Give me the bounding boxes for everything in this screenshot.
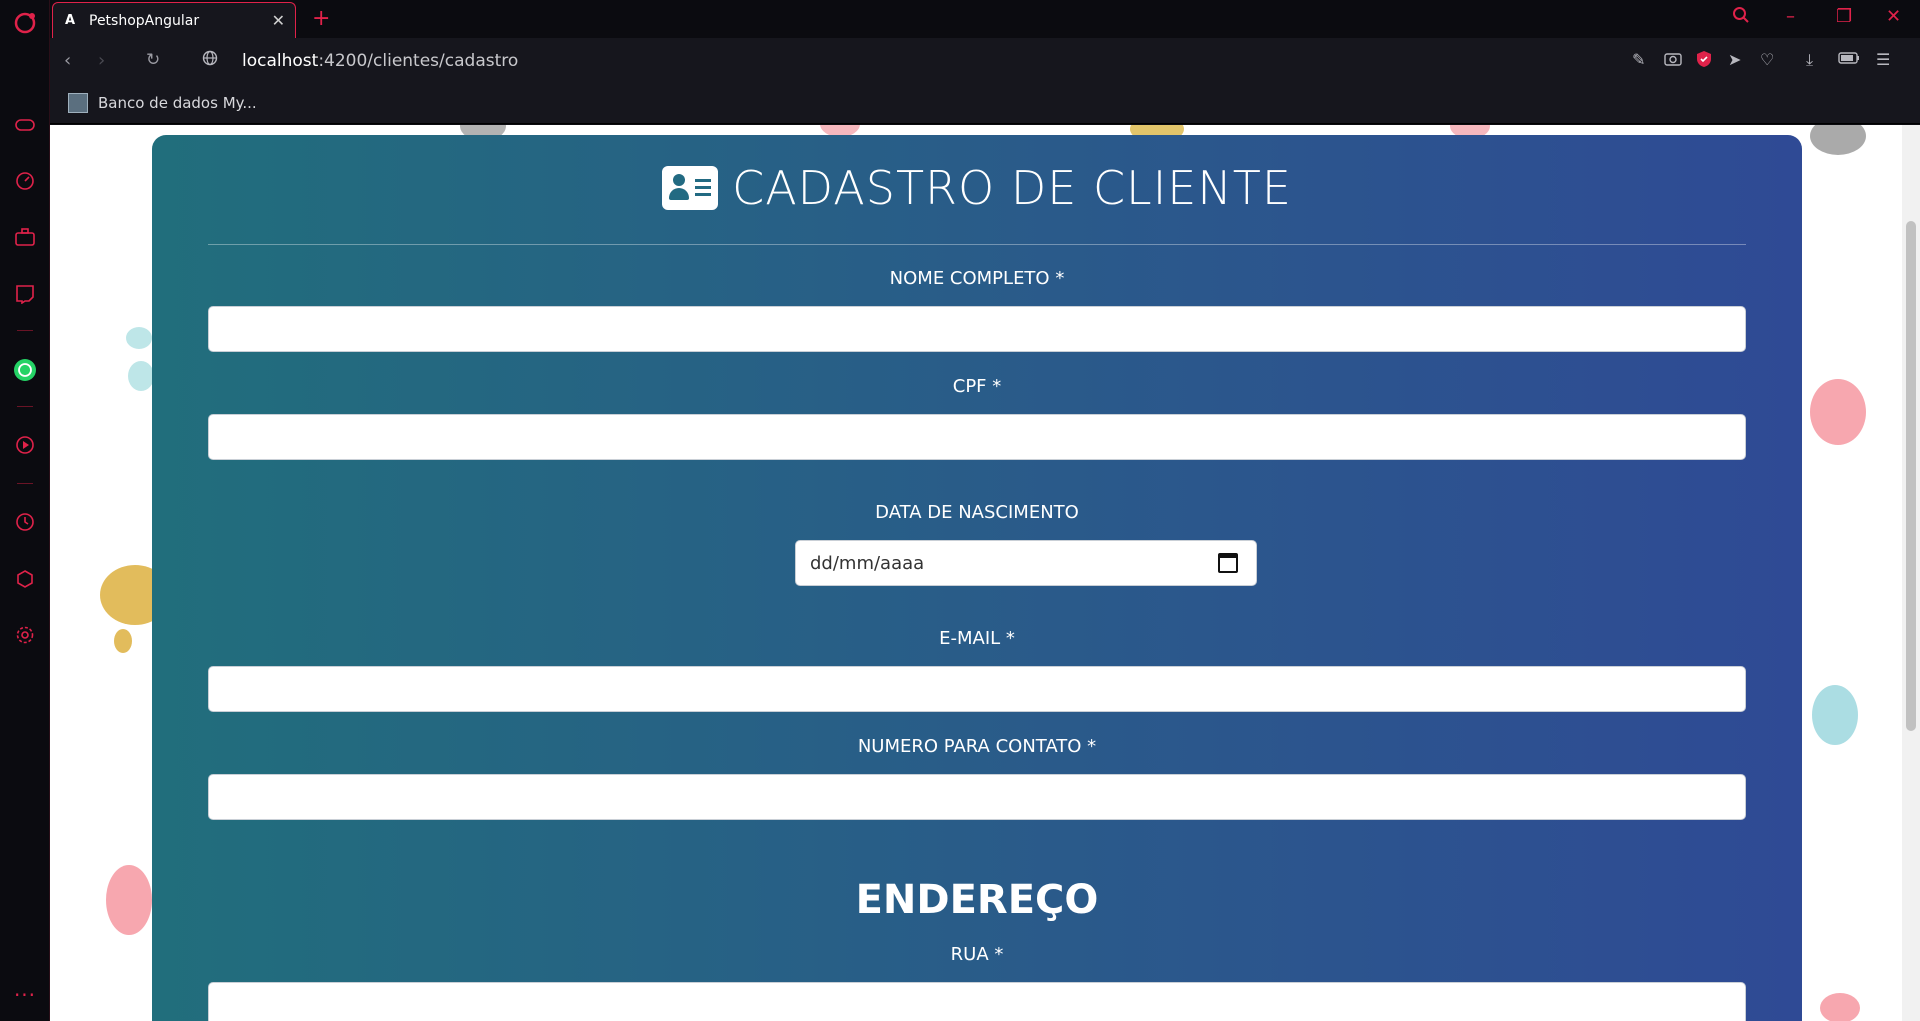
paw-print-decoration bbox=[1820, 993, 1860, 1021]
endereco-heading: ENDEREÇO bbox=[855, 877, 1099, 923]
opera-logo-icon[interactable] bbox=[12, 10, 38, 36]
url-path: :4200/clientes/cadastro bbox=[318, 51, 519, 71]
angular-icon: A bbox=[65, 12, 76, 28]
new-tab-icon[interactable]: + bbox=[312, 6, 330, 31]
rua-label: RUA * bbox=[950, 944, 1004, 965]
paw-print-decoration bbox=[114, 629, 132, 653]
calendar-icon[interactable] bbox=[1218, 553, 1238, 573]
battery-icon[interactable] bbox=[1838, 50, 1860, 69]
page-title-text: CADASTRO DE CLIENTE bbox=[732, 161, 1292, 215]
cube-icon[interactable] bbox=[12, 566, 38, 592]
nascimento-date-input[interactable]: dd/mm/aaaa bbox=[795, 540, 1257, 586]
settings-icon[interactable] bbox=[12, 622, 38, 648]
download-icon[interactable]: ⤓ bbox=[1806, 50, 1813, 70]
sidebar-separator bbox=[17, 483, 33, 484]
close-icon[interactable]: ✕ bbox=[272, 11, 285, 30]
tab-bar: A PetshopAngular ✕ + – ❐ ✕ bbox=[50, 0, 1920, 38]
cpf-input[interactable] bbox=[208, 414, 1746, 460]
heart-icon[interactable]: ♡ bbox=[1760, 50, 1774, 69]
contato-input[interactable] bbox=[208, 774, 1746, 820]
bookmark-favicon-icon bbox=[68, 93, 88, 113]
title-divider bbox=[208, 244, 1746, 245]
more-icon[interactable]: ··· bbox=[12, 982, 38, 1008]
camera-icon[interactable] bbox=[1664, 50, 1682, 70]
rua-input[interactable] bbox=[208, 982, 1746, 1021]
email-input[interactable] bbox=[208, 666, 1746, 712]
bookmark-item[interactable]: Banco de dados My... bbox=[68, 93, 257, 113]
history-icon[interactable] bbox=[12, 509, 38, 535]
page-scrollbar[interactable] bbox=[1902, 125, 1920, 1021]
bookmarks-bar: Banco de dados My... bbox=[50, 84, 1920, 124]
tab-title: PetshopAngular bbox=[89, 12, 200, 29]
site-info-icon[interactable] bbox=[202, 50, 218, 70]
restore-icon[interactable]: ❐ bbox=[1836, 6, 1852, 27]
snapshot-edit-icon[interactable]: ✎ bbox=[1632, 50, 1645, 69]
briefcase-icon[interactable] bbox=[12, 224, 38, 250]
sidebar-separator bbox=[17, 406, 33, 407]
cadastro-card: CADASTRO DE CLIENTE NOME COMPLETO * CPF … bbox=[152, 135, 1802, 1021]
url-field[interactable]: localhost:4200/clientes/cadastro bbox=[242, 51, 518, 71]
browser-sidebar: ··· bbox=[0, 0, 50, 1021]
address-bar: ‹ › ↻ localhost:4200/clientes/cadastro ✎… bbox=[50, 38, 1920, 84]
back-icon[interactable]: ‹ bbox=[64, 50, 71, 71]
id-card-icon bbox=[662, 166, 719, 210]
paw-print-decoration bbox=[106, 865, 152, 935]
minimize-icon[interactable]: – bbox=[1786, 6, 1795, 27]
nome-input[interactable] bbox=[208, 306, 1746, 352]
send-icon[interactable]: ➤ bbox=[1728, 50, 1741, 69]
sidebar-separator bbox=[17, 330, 33, 331]
date-placeholder: dd/mm/aaaa bbox=[810, 552, 925, 574]
email-label: E-MAIL * bbox=[939, 628, 1015, 649]
reload-icon[interactable]: ↻ bbox=[146, 50, 160, 70]
cpf-label: CPF * bbox=[952, 376, 1002, 397]
player-icon[interactable] bbox=[12, 432, 38, 458]
paw-print-decoration bbox=[1812, 685, 1858, 745]
shield-icon[interactable] bbox=[1696, 50, 1712, 72]
page-title: CADASTRO DE CLIENTE bbox=[152, 161, 1802, 215]
contato-label: NUMERO PARA CONTATO * bbox=[857, 736, 1097, 757]
paw-print-decoration bbox=[126, 327, 152, 349]
paw-print-decoration bbox=[128, 361, 154, 391]
tab-petshop[interactable]: A PetshopAngular ✕ bbox=[52, 2, 296, 38]
gamepad-icon[interactable] bbox=[12, 112, 38, 138]
scrollbar-thumb[interactable] bbox=[1906, 221, 1916, 731]
window-close-icon[interactable]: ✕ bbox=[1886, 6, 1901, 27]
speed-dial-icon[interactable] bbox=[12, 168, 38, 194]
twitch-icon[interactable] bbox=[12, 281, 38, 307]
bookmark-label: Banco de dados My... bbox=[98, 94, 257, 112]
nome-label: NOME COMPLETO * bbox=[889, 268, 1065, 289]
paw-print-decoration bbox=[1810, 125, 1866, 155]
page-viewport: CADASTRO DE CLIENTE NOME COMPLETO * CPF … bbox=[50, 125, 1902, 1021]
url-host: localhost bbox=[242, 51, 319, 71]
forward-icon[interactable]: › bbox=[98, 50, 105, 71]
search-icon[interactable] bbox=[1732, 6, 1750, 29]
nascimento-label: DATA DE NASCIMENTO bbox=[875, 502, 1079, 523]
whatsapp-icon[interactable] bbox=[12, 357, 38, 383]
paw-print-decoration bbox=[1810, 379, 1866, 445]
easy-setup-icon[interactable]: ☰ bbox=[1876, 50, 1890, 69]
